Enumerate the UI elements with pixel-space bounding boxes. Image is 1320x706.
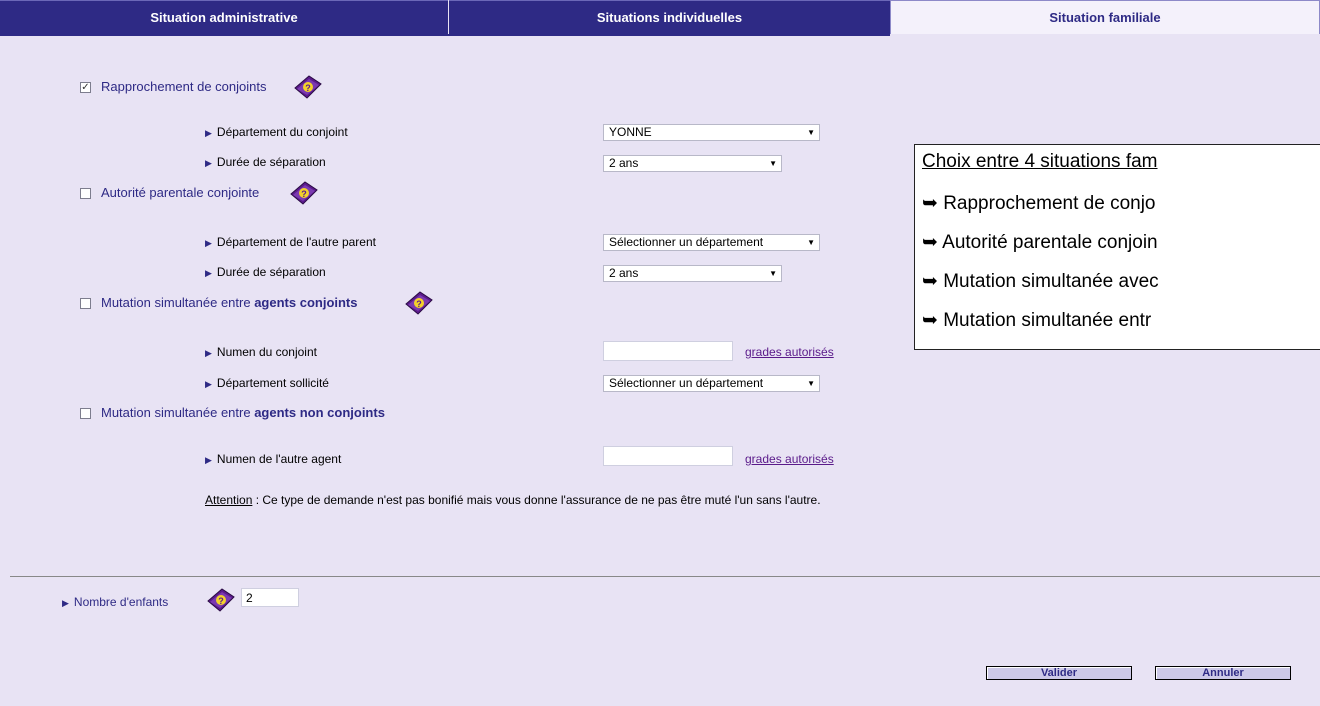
label-text: Numen du conjoint (216, 345, 317, 359)
svg-text:?: ? (305, 83, 311, 93)
grades-autorises-link[interactable]: grades autorisés (745, 345, 834, 359)
callout-item: ➥ Mutation simultanée avec (922, 271, 1159, 292)
callout-title: Choix entre 4 situations fam (922, 151, 1158, 172)
rapprochement-label: Rapprochement de conjoints (101, 79, 267, 94)
tab-label: Situation administrative (150, 10, 298, 25)
nombre-enfants-input[interactable] (241, 588, 299, 607)
grades-autorises-link[interactable]: grades autorisés (745, 452, 834, 466)
dept-sollicite-select[interactable]: Sélectionner un département ▼ (603, 375, 820, 392)
rapprochement-checkbox[interactable]: ✓ (80, 82, 91, 93)
label-text: Nombre d'enfants (73, 595, 169, 609)
numen-conjoint-input[interactable] (603, 341, 733, 361)
mutation-conjoints-label: Mutation simultanée entre agents conjoin… (101, 295, 358, 310)
tab-situation-familiale[interactable]: Situation familiale (890, 0, 1320, 34)
label-text: Numen de l'autre agent (216, 452, 342, 466)
tab-situations-individuelles[interactable]: Situations individuelles (449, 0, 890, 34)
arrow-icon: ▶ (205, 268, 212, 278)
label-text: Durée de séparation (216, 265, 326, 279)
help-book-icon[interactable]: ? (206, 587, 236, 613)
dept-conjoint-label: ▶ Département du conjoint (205, 125, 348, 139)
attention-text: : Ce type de demande n'est pas bonifié m… (252, 493, 821, 507)
mutation-conjoints-checkbox[interactable] (80, 298, 91, 309)
arrow-icon: ▶ (205, 128, 212, 138)
dept-sollicite-label: ▶ Département sollicité (205, 376, 329, 390)
autorite-label: Autorité parentale conjointe (101, 185, 260, 200)
annuler-button[interactable]: Annuler (1155, 666, 1291, 680)
tab-situation-administrative[interactable]: Situation administrative (0, 0, 448, 34)
duree-separation-label: ▶ Durée de séparation (205, 155, 326, 169)
select-value: YONNE (609, 125, 652, 139)
label-text: Mutation simultanée entre (101, 405, 255, 420)
numen-conjoint-label: ▶ Numen du conjoint (205, 345, 317, 359)
valider-button[interactable]: Valider (986, 666, 1132, 680)
dept-conjoint-select[interactable]: YONNE ▼ (603, 124, 820, 141)
tab-bar: Situation administrative Situations indi… (0, 0, 1320, 36)
tab-label: Situation familiale (1049, 10, 1161, 25)
select-value: 2 ans (609, 156, 639, 170)
label-text: Durée de séparation (216, 155, 326, 169)
chevron-down-icon: ▼ (807, 238, 815, 247)
dept-autre-parent-label: ▶ Département de l'autre parent (205, 235, 376, 249)
label-bold: agents conjoints (254, 295, 358, 310)
duree-separation-label: ▶ Durée de séparation (205, 265, 326, 279)
label-text: Mutation simultanée entre (101, 295, 255, 310)
arrow-icon: ▶ (205, 455, 212, 465)
dept-autre-parent-select[interactable]: Sélectionner un département ▼ (603, 234, 820, 251)
check-mark: ✓ (81, 82, 90, 93)
chevron-down-icon: ▼ (807, 128, 815, 137)
mutation-non-conjoints-label: Mutation simultanée entre agents non con… (101, 405, 385, 420)
callout-item: ➥ Autorité parentale conjoin (922, 232, 1158, 253)
annotation-callout: Choix entre 4 situations fam ➥ Rapproche… (914, 144, 1320, 350)
attention-note: Attention : Ce type de demande n'est pas… (205, 493, 925, 507)
callout-item: ➥ Rapprochement de conjo (922, 193, 1156, 214)
svg-text:?: ? (416, 299, 422, 309)
arrow-icon: ▶ (205, 238, 212, 248)
duree-separation-select[interactable]: 2 ans ▼ (603, 265, 782, 282)
chevron-down-icon: ▼ (807, 379, 815, 388)
callout-item: ➥ Mutation simultanée entr (922, 310, 1152, 331)
help-book-icon[interactable]: ? (404, 290, 434, 316)
tab-label: Situations individuelles (596, 10, 743, 25)
label-text: Département sollicité (216, 376, 329, 390)
duree-separation-select[interactable]: 2 ans ▼ (603, 155, 782, 172)
svg-text:?: ? (301, 189, 307, 199)
svg-text:?: ? (218, 596, 224, 606)
nombre-enfants-label: ▶ Nombre d'enfants (62, 595, 168, 609)
arrow-icon: ▶ (205, 158, 212, 168)
select-value: Sélectionner un département (609, 235, 764, 249)
label-bold: agents non conjoints (254, 405, 385, 420)
tab-underline (0, 34, 890, 36)
chevron-down-icon: ▼ (769, 159, 777, 168)
arrow-icon: ▶ (205, 379, 212, 389)
help-book-icon[interactable]: ? (289, 180, 319, 206)
numen-autre-input[interactable] (603, 446, 733, 466)
label-text: Département du conjoint (216, 125, 348, 139)
section-divider (10, 576, 1320, 577)
select-value: Sélectionner un département (609, 376, 764, 390)
mutation-non-conjoints-checkbox[interactable] (80, 408, 91, 419)
numen-autre-label: ▶ Numen de l'autre agent (205, 452, 341, 466)
select-value: 2 ans (609, 266, 639, 280)
attention-label: Attention (205, 493, 253, 507)
help-book-icon[interactable]: ? (293, 74, 323, 100)
arrow-icon: ▶ (205, 348, 212, 358)
autorite-checkbox[interactable] (80, 188, 91, 199)
label-text: Département de l'autre parent (216, 235, 376, 249)
chevron-down-icon: ▼ (769, 269, 777, 278)
arrow-icon: ▶ (62, 598, 69, 608)
